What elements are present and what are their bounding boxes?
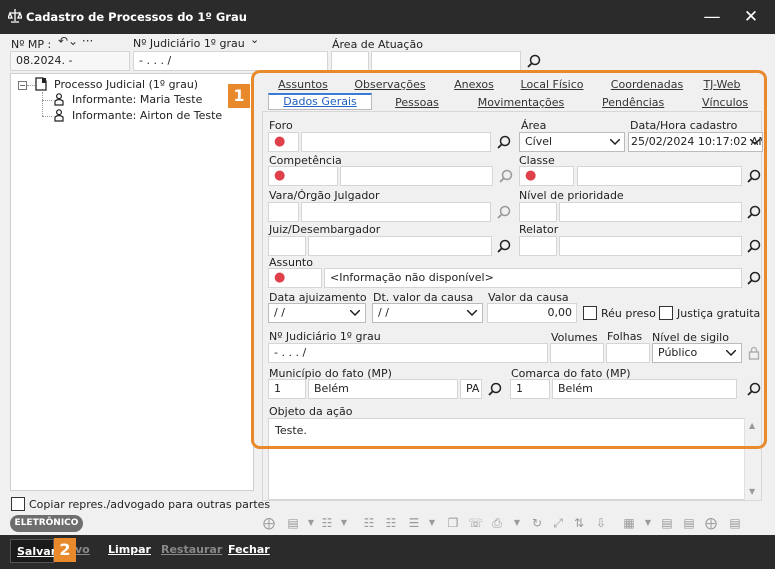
callout-badge-2: 2: [54, 538, 76, 562]
area-atuacao-label: Área de Atuação: [332, 38, 423, 51]
tree-item[interactable]: Informante: Airton de Teste: [72, 109, 222, 122]
toolbar-link-icon[interactable]: ☷: [384, 516, 398, 530]
print-icon[interactable]: ⎙: [490, 516, 504, 530]
toolbar-tree-icon[interactable]: ☷: [320, 516, 334, 530]
mp-input[interactable]: 08.2024. -: [10, 51, 130, 71]
process-tree[interactable]: − Processo Judicial (1º grau) Informante…: [10, 73, 254, 491]
chevron-down-icon[interactable]: ▼: [641, 516, 655, 530]
scroll-down-icon[interactable]: ▼: [749, 487, 755, 496]
toolbar-copy-icon[interactable]: ❐: [446, 516, 460, 530]
tree-item[interactable]: Informante: Maria Teste: [72, 93, 203, 106]
fechar-button[interactable]: Fechar: [228, 543, 270, 556]
limpar-button[interactable]: Limpar: [108, 543, 151, 556]
calendar-icon[interactable]: ▦: [622, 516, 636, 530]
person-icon: [54, 109, 64, 122]
undo-icon[interactable]: ↶⌄ ···: [58, 34, 98, 48]
toolbar-add-doc-icon[interactable]: ⨁: [704, 516, 718, 530]
chevron-down-icon[interactable]: ▼: [304, 516, 318, 530]
scales-icon: [8, 9, 22, 23]
mp-label: Nº MP :: [11, 38, 52, 51]
chevron-down-icon[interactable]: ▼: [337, 516, 351, 530]
highlight-frame: [251, 70, 767, 449]
nj-input[interactable]: - . . . /: [133, 51, 328, 71]
area-atuacao-input[interactable]: [371, 51, 521, 71]
sync-icon[interactable]: ⇅: [572, 516, 586, 530]
copy-repres-checkbox[interactable]: [11, 497, 25, 511]
download-icon[interactable]: ⇩: [594, 516, 608, 530]
window-title: Cadastro de Processos do 1º Grau: [26, 10, 247, 24]
salvar-button[interactable]: Salvar: [10, 539, 57, 563]
toolbar-list-icon[interactable]: ☰: [407, 516, 421, 530]
restaurar-button[interactable]: Restaurar: [161, 543, 222, 556]
toolbar-doc-icon[interactable]: ▤: [660, 516, 674, 530]
callout-badge-1: 1: [228, 84, 250, 108]
salvar-label: Salvar: [17, 545, 57, 558]
toolbar-network-icon[interactable]: ☷: [362, 516, 376, 530]
chevron-down-icon[interactable]: ▼: [425, 516, 439, 530]
tree-root[interactable]: Processo Judicial (1º grau): [54, 78, 198, 91]
nj-label: Nº Judiciário 1º grau: [133, 37, 245, 50]
collapse-icon[interactable]: −: [18, 81, 27, 90]
phone-icon[interactable]: ☏: [468, 516, 483, 530]
toolbar-search-doc-icon[interactable]: ▤: [682, 516, 696, 530]
fullscreen-icon[interactable]: ⤢: [551, 516, 565, 530]
title-bar: Cadastro de Processos do 1º Grau — ✕: [0, 0, 775, 34]
toolbar-folder-icon[interactable]: ▤: [286, 516, 300, 530]
refresh-icon[interactable]: ↻: [530, 516, 544, 530]
tree-line: [42, 100, 52, 101]
document-icon: [35, 77, 47, 91]
tree-line: [42, 116, 52, 117]
search-icon[interactable]: [527, 54, 541, 68]
person-icon: [54, 93, 64, 106]
area-atuacao-code[interactable]: [331, 51, 369, 71]
copy-repres-label: Copiar repres./advogado para outras part…: [29, 498, 271, 511]
minimize-button[interactable]: —: [700, 6, 724, 28]
bottom-bar: Salvar vo Limpar Restaurar Fechar: [0, 535, 775, 569]
tree-line: [27, 85, 35, 86]
close-button[interactable]: ✕: [739, 6, 763, 28]
chevron-down-icon[interactable]: ▼: [510, 516, 524, 530]
chevron-down-icon[interactable]: ⌄: [250, 33, 259, 46]
tree-line: [42, 92, 43, 116]
toolbar-web-icon[interactable]: ▤: [728, 516, 742, 530]
eletronico-badge: ELETRÔNICO: [10, 515, 83, 532]
toolbar-add-icon[interactable]: ⨁: [262, 516, 276, 530]
novo-button[interactable]: vo: [75, 543, 90, 556]
